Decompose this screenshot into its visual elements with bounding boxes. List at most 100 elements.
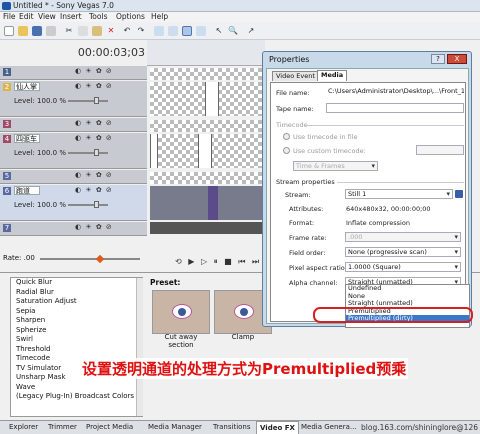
tape-name-input[interactable] <box>326 103 464 113</box>
stream-dropdown[interactable]: Still 1 <box>345 189 453 199</box>
edit-tool-icon[interactable]: ↖ <box>214 26 224 36</box>
menu-insert[interactable]: Insert <box>60 12 82 21</box>
tab-trimmer[interactable]: Trimmer <box>45 423 80 431</box>
fx-list-item[interactable]: Spherize <box>11 326 142 336</box>
rate-slider[interactable] <box>40 258 140 260</box>
level-slider-knob[interactable] <box>94 97 99 104</box>
frame-rate-dropdown[interactable]: .000 <box>345 232 461 242</box>
fx-list-item[interactable]: Threshold <box>11 345 142 355</box>
use-custom-timecode-radio[interactable] <box>283 147 290 154</box>
tab-media[interactable]: Media <box>317 70 348 81</box>
tab-project-media[interactable]: Project Media <box>83 423 136 431</box>
tab-media-manager[interactable]: Media Manager <box>145 423 205 431</box>
menu-tools[interactable]: Tools <box>89 12 107 21</box>
pixel-aspect-ratio-dropdown[interactable]: 1.0000 (Square) <box>345 262 461 272</box>
help-button[interactable]: ? <box>431 54 445 64</box>
track-header-6[interactable]: 6 跑道 ◐ ☀ ✿ ⊘ Level: 100.0 % <box>0 185 147 221</box>
level-slider-track[interactable] <box>68 100 108 102</box>
redo-icon[interactable]: ↷ <box>136 26 146 36</box>
field-order-dropdown[interactable]: None (progressive scan) <box>345 247 461 257</box>
tab-transitions[interactable]: Transitions <box>210 423 254 431</box>
track-level-label: Level: 100.0 % <box>14 97 66 105</box>
copy-icon[interactable] <box>78 26 88 36</box>
track-name[interactable]: 四驱车 <box>14 134 40 143</box>
track-controls[interactable]: ◐ ☀ ✿ ⊘ <box>75 82 113 90</box>
lock-envelopes-icon[interactable] <box>182 26 192 36</box>
video-clip[interactable] <box>150 134 158 168</box>
video-clip[interactable] <box>198 134 212 168</box>
fx-list-item[interactable]: Saturation Adjust <box>11 297 142 307</box>
properties-icon[interactable] <box>46 26 56 36</box>
preset-caption[interactable]: Cut away section <box>151 333 211 349</box>
eye-preview-image <box>234 304 254 319</box>
track-controls[interactable]: ◐ ☀ ✿ ⊘ <box>75 134 113 142</box>
save-icon[interactable] <box>32 26 42 36</box>
fx-list-scrollbar[interactable] <box>136 278 143 416</box>
level-slider-knob[interactable] <box>94 149 99 156</box>
menu-help[interactable]: Help <box>151 12 168 21</box>
video-clip[interactable] <box>205 82 219 116</box>
timeline-lane-1[interactable] <box>150 68 265 80</box>
video-fx-list[interactable]: Quick Blur Radial Blur Saturation Adjust Se… <box>10 277 143 417</box>
fx-list-item[interactable]: Wave <box>11 383 142 393</box>
timeline-lane-5[interactable] <box>150 172 265 184</box>
track-name[interactable]: 跑道 <box>14 186 40 195</box>
undo-icon[interactable]: ↶ <box>122 26 132 36</box>
video-clip[interactable] <box>208 186 218 220</box>
tab-explorer[interactable]: Explorer <box>6 423 41 431</box>
ignore-grouping-icon[interactable] <box>196 26 206 36</box>
open-icon[interactable] <box>18 26 28 36</box>
cut-icon[interactable]: ✂ <box>64 26 74 36</box>
track-header-2[interactable]: 2 仙人掌 ◐ ☀ ✿ ⊘ Level: 100.0 % <box>0 81 147 117</box>
track-name[interactable]: 仙人掌 <box>14 82 40 91</box>
timeline-lane-7[interactable] <box>150 222 265 234</box>
preset-thumbnail-cut-away[interactable] <box>152 290 210 334</box>
snapping-icon[interactable] <box>154 26 164 36</box>
fx-list-item[interactable]: Sepia <box>11 307 142 317</box>
timeline-lane-6[interactable] <box>150 186 265 220</box>
timeline-lane-3[interactable] <box>150 120 265 132</box>
track-header-5[interactable]: 5 ◐ ☀ ✿ ⊘ <box>0 170 147 184</box>
menu-file[interactable]: File <box>3 12 16 21</box>
menu-view[interactable]: View <box>38 12 56 21</box>
track-controls[interactable]: ◐ ☀ ✿ ⊘ <box>75 119 113 127</box>
fx-list-item[interactable]: (Legacy Plug-In) Broadcast Colors <box>11 392 142 402</box>
rate-slider-knob[interactable] <box>95 254 105 264</box>
level-slider-track[interactable] <box>68 152 108 154</box>
save-stream-icon[interactable] <box>455 190 463 198</box>
new-icon[interactable] <box>4 26 14 36</box>
fx-list-item[interactable]: Quick Blur <box>11 278 142 288</box>
normal-edit-icon[interactable]: ↗ <box>246 26 256 36</box>
use-timecode-in-file-radio[interactable] <box>283 133 290 140</box>
fx-list-item[interactable]: Radial Blur <box>11 288 142 298</box>
time-format-dropdown[interactable]: Time & Frames <box>293 161 378 171</box>
autoripple-icon[interactable] <box>168 26 178 36</box>
tab-video-fx[interactable]: Video FX <box>256 421 299 434</box>
level-slider-knob[interactable] <box>94 201 99 208</box>
fx-list-item[interactable]: Sharpen <box>11 316 142 326</box>
paste-icon[interactable] <box>92 26 102 36</box>
timeline-lane-4[interactable] <box>150 134 265 168</box>
delete-icon[interactable]: ✕ <box>106 26 116 36</box>
track-header-3[interactable]: 3 ◐ ☀ ✿ ⊘ <box>0 118 147 132</box>
menu-edit[interactable]: Edit <box>19 12 34 21</box>
fx-list-item[interactable]: Swirl <box>11 335 142 345</box>
close-button[interactable]: X <box>447 54 467 64</box>
timeline-lane-2[interactable] <box>150 82 265 116</box>
track-controls[interactable]: ◐ ☀ ✿ ⊘ <box>75 67 113 75</box>
track-header-7[interactable]: 7 ◐ ☀ ✿ ⊘ <box>0 222 147 236</box>
transport-controls[interactable]: ⟲ ▶ ▷ ⏸ ■ ⏮ ⏭ <box>175 257 265 267</box>
tab-media-generators[interactable]: Media Genera... <box>298 423 360 431</box>
track-header-4[interactable]: 4 四驱车 ◐ ☀ ✿ ⊘ Level: 100.0 % <box>0 133 147 169</box>
zoom-tool-icon[interactable]: 🔍 <box>228 26 238 36</box>
track-controls[interactable]: ◐ ☀ ✿ ⊘ <box>75 171 113 179</box>
preset-caption[interactable]: Clamp <box>213 333 273 341</box>
custom-timecode-input[interactable] <box>416 145 464 155</box>
track-controls[interactable]: ◐ ☀ ✿ ⊘ <box>75 186 113 194</box>
tab-video-event[interactable]: Video Event <box>272 71 319 81</box>
timeline-ruler[interactable] <box>147 40 265 66</box>
track-header-1[interactable]: 1 ◐ ☀ ✿ ⊘ <box>0 66 147 80</box>
track-controls[interactable]: ◐ ☀ ✿ ⊘ <box>75 223 113 231</box>
menu-options[interactable]: Options <box>116 12 145 21</box>
level-slider-track[interactable] <box>68 204 108 206</box>
